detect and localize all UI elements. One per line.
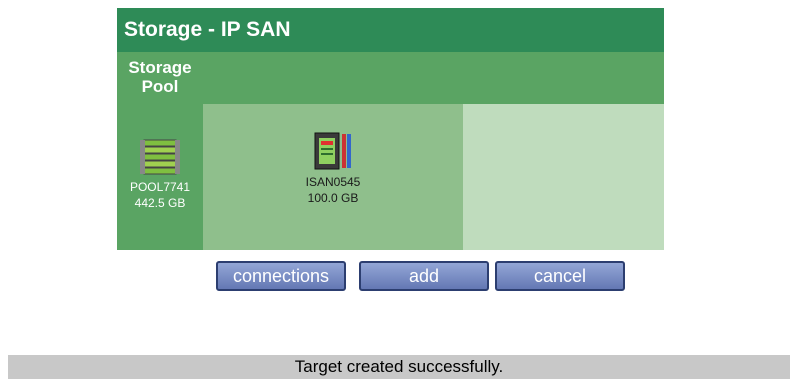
pool-name: POOL7741 [129,180,191,194]
status-message: Target created successfully. [8,355,790,379]
storage-pool-column-header: Storage Pool [128,58,192,96]
iscsi-target-icon [314,132,351,170]
storage-pool-icon [140,139,180,175]
pool-item[interactable]: POOL7741 442.5 GB [117,104,203,250]
cancel-button[interactable]: cancel [495,261,625,291]
target-name: ISAN0545 [305,175,361,189]
connections-button[interactable]: connections [216,261,346,291]
ip-san-panel: Storage - IP SAN Storage Pool POOL7741 4… [117,8,664,250]
page-title: Storage - IP SAN [117,8,664,52]
target-item[interactable]: ISAN0545 100.0 GB [203,104,463,250]
target-size: 100.0 GB [307,191,359,205]
add-button[interactable]: add [359,261,489,291]
storage-row: POOL7741 442.5 GB ISAN0545 100.0 GB [117,104,664,250]
pool-size: 442.5 GB [134,196,186,210]
